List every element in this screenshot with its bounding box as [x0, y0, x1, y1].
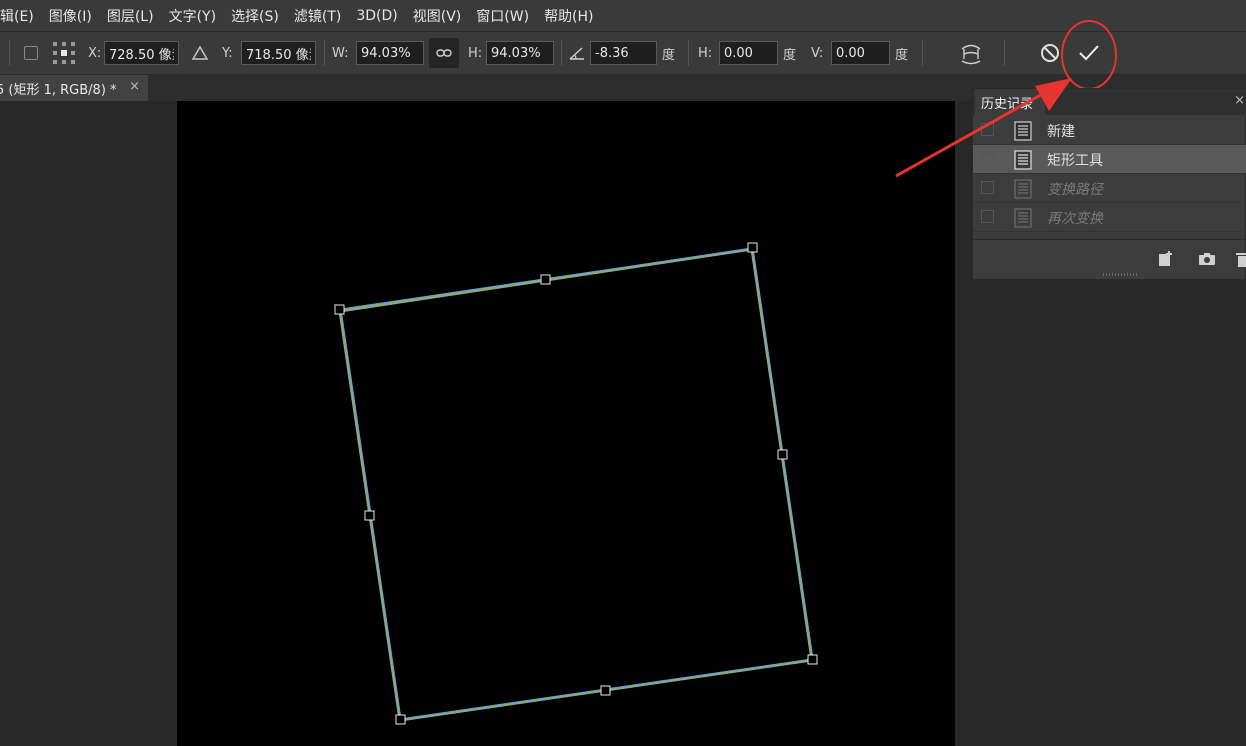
annotation-arrow — [895, 78, 1072, 178]
annotation-overlay — [895, 78, 1072, 178]
